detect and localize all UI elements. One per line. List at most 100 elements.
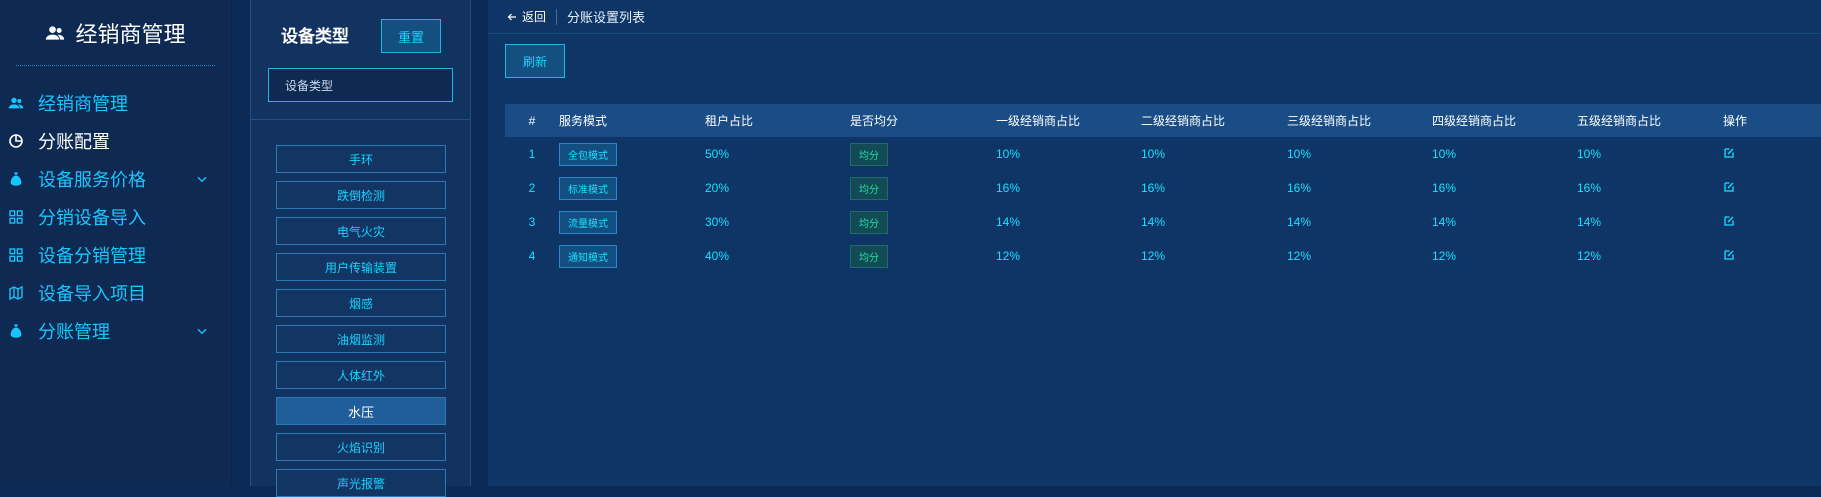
row-number: 3: [528, 215, 536, 229]
edit-icon[interactable]: [1723, 147, 1735, 159]
main-content: 返回 分账设置列表 刷新 # 服务模式 租户占比 是否均分 一级经销商占比 二级…: [488, 0, 1821, 486]
level3-ratio: 14%: [1287, 215, 1312, 229]
reset-button[interactable]: 重置: [381, 19, 441, 53]
sidebar-item-label: 分账管理: [38, 322, 110, 342]
column-header: 操作: [1723, 114, 1748, 128]
table-row: 3 流量模式 30% 均分 14% 14% 14% 14% 14%: [505, 205, 1821, 239]
back-link[interactable]: 返回: [506, 8, 546, 25]
sidebar-item-device-distribution-management[interactable]: 设备分销管理: [0, 236, 231, 274]
chevron-down-icon[interactable]: [195, 324, 209, 338]
device-type-title: 设备类型: [281, 27, 349, 46]
column-header: 四级经销商占比: [1432, 114, 1517, 128]
column-header: 一级经销商占比: [996, 114, 1081, 128]
device-type-header: 设备类型 重置 设备类型: [251, 0, 470, 120]
level1-ratio: 16%: [996, 181, 1021, 195]
level4-ratio: 10%: [1432, 147, 1457, 161]
device-type-item-selected[interactable]: 水压: [276, 397, 446, 425]
column-header: 二级经销商占比: [1141, 114, 1226, 128]
device-type-item[interactable]: 声光报警: [276, 469, 446, 497]
level4-ratio: 16%: [1432, 181, 1457, 195]
service-mode-tag: 通知模式: [559, 244, 617, 268]
level3-ratio: 10%: [1287, 147, 1312, 161]
sidebar-item-label: 分销设备导入: [38, 208, 146, 228]
users-icon: [46, 25, 65, 40]
level1-ratio: 14%: [996, 215, 1021, 229]
column-header: 租户占比: [705, 114, 754, 128]
level2-ratio: 10%: [1141, 147, 1166, 161]
level3-ratio: 12%: [1287, 249, 1312, 263]
sidebar-item-device-import-project[interactable]: 设备导入项目: [0, 274, 231, 312]
column-header: 服务模式: [559, 114, 608, 128]
level4-ratio: 14%: [1432, 215, 1457, 229]
sidebar-menu: 经销商管理 分账配置 设备服务价格 分销设备导入 设备分销管理 设备导入项目 分…: [0, 84, 231, 350]
tenant-ratio: 50%: [705, 147, 730, 161]
sidebar-item-label: 设备分销管理: [38, 246, 146, 266]
level5-ratio: 14%: [1577, 215, 1602, 229]
back-label: 返回: [522, 10, 547, 24]
equal-split-tag: 均分: [850, 210, 888, 234]
table-row: 1 全包模式 50% 均分 10% 10% 10% 10% 10%: [505, 137, 1821, 171]
grid-icon: [9, 248, 23, 262]
sidebar-item-label: 分账配置: [38, 132, 110, 152]
tenant-ratio: 20%: [705, 181, 730, 195]
column-header: 三级经销商占比: [1287, 114, 1372, 128]
users-icon: [8, 97, 24, 109]
grid-icon: [9, 210, 23, 224]
topbar: 返回 分账设置列表: [488, 0, 1821, 34]
device-type-item[interactable]: 用户传输装置: [276, 253, 446, 281]
sidebar-item-device-service-price[interactable]: 设备服务价格: [0, 160, 231, 198]
device-type-item[interactable]: 烟感: [276, 289, 446, 317]
chevron-down-icon[interactable]: [195, 172, 209, 186]
table-row: 4 通知模式 40% 均分 12% 12% 12% 12% 12%: [505, 239, 1821, 273]
sidebar-item-dealer-management[interactable]: 经销商管理: [0, 84, 231, 122]
column-header: #: [528, 113, 536, 128]
money-bag-icon: [10, 172, 22, 186]
level5-ratio: 10%: [1577, 147, 1602, 161]
equal-split-tag: 均分: [850, 142, 888, 166]
device-type-list: 手环 跌倒检测 电气火灾 用户传输装置 烟感 油烟监测 人体红外 水压 火焰识别…: [251, 120, 470, 497]
edit-icon[interactable]: [1723, 181, 1735, 193]
device-type-item[interactable]: 火焰识别: [276, 433, 446, 461]
device-type-item[interactable]: 油烟监测: [276, 325, 446, 353]
sidebar-item-label: 经销商管理: [38, 94, 128, 114]
table-row: 2 标准模式 20% 均分 16% 16% 16% 16% 16%: [505, 171, 1821, 205]
service-mode-tag: 标准模式: [559, 176, 617, 200]
level4-ratio: 12%: [1432, 249, 1457, 263]
device-type-input[interactable]: 设备类型: [268, 68, 453, 102]
edit-icon[interactable]: [1723, 249, 1735, 261]
column-header: 五级经销商占比: [1577, 114, 1662, 128]
row-number: 2: [528, 181, 536, 195]
level3-ratio: 16%: [1287, 181, 1312, 195]
sidebar-item-distribution-device-import[interactable]: 分销设备导入: [0, 198, 231, 236]
device-type-item[interactable]: 跌倒检测: [276, 181, 446, 209]
sidebar-item-split-management[interactable]: 分账管理: [0, 312, 231, 350]
device-type-item[interactable]: 人体红外: [276, 361, 446, 389]
page-title: 分账设置列表: [567, 10, 646, 25]
brand-title: 经销商管理: [75, 21, 186, 47]
divider: [556, 8, 558, 25]
level1-ratio: 12%: [996, 249, 1021, 263]
tenant-ratio: 40%: [705, 249, 730, 263]
row-number: 1: [528, 147, 536, 161]
split-table: # 服务模式 租户占比 是否均分 一级经销商占比 二级经销商占比 三级经销商占比…: [505, 104, 1821, 273]
device-type-item[interactable]: 电气火灾: [276, 217, 446, 245]
level2-ratio: 12%: [1141, 249, 1166, 263]
equal-split-tag: 均分: [850, 176, 888, 200]
device-type-item[interactable]: 手环: [276, 145, 446, 173]
sidebar-item-split-config[interactable]: 分账配置: [0, 122, 231, 160]
sidebar-item-label: 设备服务价格: [38, 170, 146, 190]
level5-ratio: 12%: [1577, 249, 1602, 263]
sidebar-item-label: 设备导入项目: [38, 284, 146, 304]
level2-ratio: 14%: [1141, 215, 1166, 229]
pie-chart-icon: [9, 134, 23, 148]
equal-split-tag: 均分: [850, 244, 888, 268]
level5-ratio: 16%: [1577, 181, 1602, 195]
table-header: # 服务模式 租户占比 是否均分 一级经销商占比 二级经销商占比 三级经销商占比…: [505, 104, 1821, 137]
sidebar: 经销商管理 经销商管理 分账配置 设备服务价格 分销设备导入 设备分销管理 设备…: [0, 0, 232, 486]
row-number: 4: [528, 249, 536, 263]
level1-ratio: 10%: [996, 147, 1021, 161]
edit-icon[interactable]: [1723, 215, 1735, 227]
arrow-left-icon: [507, 13, 516, 20]
column-header: 是否均分: [850, 114, 899, 128]
refresh-button[interactable]: 刷新: [505, 44, 565, 78]
